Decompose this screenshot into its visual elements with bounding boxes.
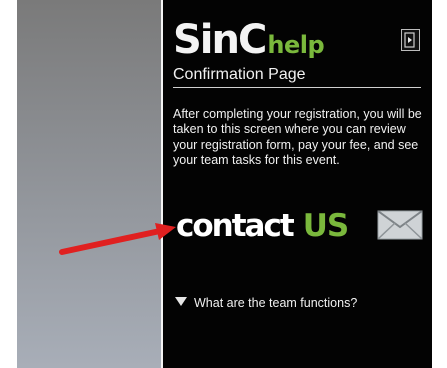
logo-help: help	[267, 31, 325, 59]
pointer-arrow	[56, 222, 178, 263]
faq-question: What are the team functions?	[194, 296, 358, 310]
contact-label: contact	[176, 208, 295, 244]
exit-icon	[404, 32, 415, 48]
faq-team-functions[interactable]: What are the team functions?	[175, 296, 357, 310]
triangle-down-icon	[175, 296, 187, 310]
page-title: Confirmation Page	[173, 66, 306, 83]
logo-sinc: SinC	[173, 17, 267, 63]
envelope-icon[interactable]	[377, 210, 423, 245]
contact-us-link[interactable]: contact US	[176, 208, 349, 244]
page-description: After completing your registration, you …	[173, 107, 422, 168]
contact-us-label: US	[302, 208, 349, 244]
left-background	[17, 0, 162, 368]
title-divider	[173, 87, 421, 88]
exit-button[interactable]	[401, 29, 420, 51]
sinc-help-logo: SinC help	[173, 17, 325, 63]
